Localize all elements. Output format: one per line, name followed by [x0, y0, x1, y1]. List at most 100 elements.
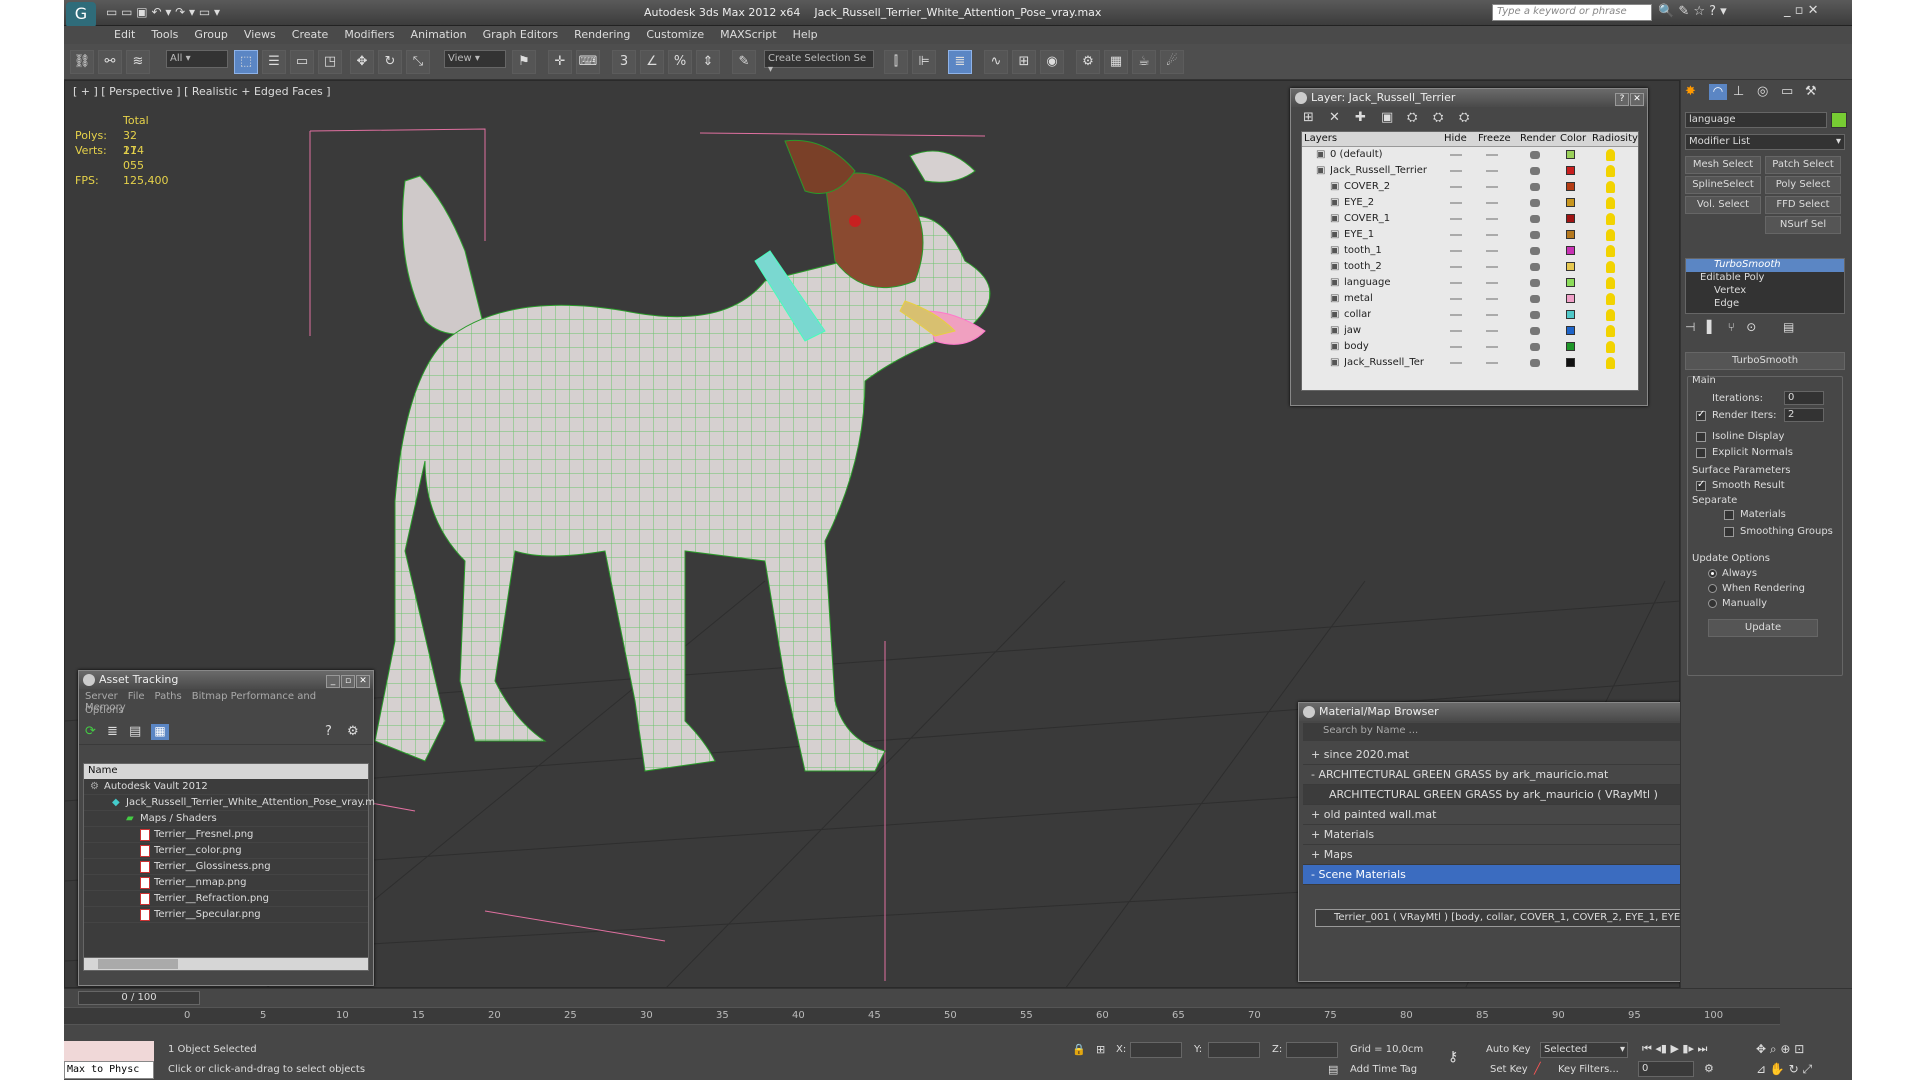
explicit-normals-checkbox[interactable] [1696, 448, 1706, 458]
lock-selection-icon[interactable]: 🔒 [1072, 1043, 1086, 1056]
iterations-spinner[interactable]: 0 [1784, 391, 1824, 405]
hide-toggle[interactable] [1450, 330, 1462, 332]
freeze-toggle[interactable] [1486, 154, 1498, 156]
render-teapot-icon[interactable] [1530, 199, 1540, 207]
hide-toggle[interactable] [1450, 266, 1462, 268]
material-library-row[interactable]: + old painted wall.matLIB [1303, 805, 1737, 825]
modifier-button-ffd-select[interactable]: FFD Select [1765, 196, 1841, 214]
refresh-icon[interactable]: ⟳ [85, 724, 96, 739]
align-icon[interactable]: ⊫ [912, 50, 936, 74]
stack-item[interactable]: Vertex [1686, 285, 1844, 298]
asset-panel-titlebar[interactable]: Asset Tracking _ ▫ ✕ [79, 671, 373, 689]
modifier-button-splineselect[interactable]: SplineSelect [1685, 176, 1761, 194]
link-icon[interactable]: ⛓ [70, 50, 94, 74]
y-field[interactable] [1208, 1042, 1260, 1058]
scene-material-item[interactable]: Terrier_001 ( VRayMtl ) [body, collar, C… [1315, 909, 1727, 927]
material-library-row[interactable]: - ARCHITECTURAL GREEN GRASS by ark_mauri… [1303, 765, 1737, 785]
render-teapot-icon[interactable] [1530, 263, 1540, 271]
hide-toggle[interactable] [1450, 362, 1462, 364]
radiosity-bulb-icon[interactable] [1606, 357, 1615, 369]
scene-materials-row[interactable]: - Scene Materials [1303, 865, 1737, 885]
freeze-toggle[interactable] [1486, 202, 1498, 204]
radiosity-bulb-icon[interactable] [1606, 325, 1615, 337]
ref-coord-system[interactable]: View ▾ [444, 50, 506, 68]
highlight-layer-icon[interactable]: ⛭ [1407, 110, 1417, 125]
render-teapot-icon[interactable] [1530, 167, 1540, 175]
layer-col-render[interactable]: Render [1520, 133, 1556, 144]
quick-access-toolbar[interactable]: ▭ ▭ ▣ ↶ ▾ ↷ ▾ ▭ ▾ [106, 5, 220, 19]
layer-color-swatch[interactable] [1566, 214, 1575, 223]
window-crossing-icon[interactable]: ◳ [318, 50, 342, 74]
menu-maxscript[interactable]: MAXScript [712, 26, 784, 43]
stack-item[interactable]: TurboSmooth [1686, 259, 1844, 272]
freeze-toggle[interactable] [1486, 170, 1498, 172]
asset-menu-item[interactable]: Paths [155, 691, 182, 702]
current-frame-field[interactable]: 0 [1638, 1061, 1694, 1077]
select-objects-icon[interactable]: ▣ [1381, 110, 1393, 125]
layer-row[interactable]: ▣ EYE_1 [1302, 227, 1638, 243]
radiosity-bulb-icon[interactable] [1606, 245, 1615, 257]
layer-col-layers[interactable]: Layers [1304, 133, 1337, 144]
mirror-icon[interactable]: ⫿ [884, 50, 908, 74]
asset-menu-item[interactable]: Server [85, 691, 118, 702]
layer-col-color[interactable]: Color [1560, 133, 1586, 144]
key-filter-icon[interactable]: ╱ [1534, 1062, 1541, 1075]
hide-all-icon[interactable]: ⛭ [1433, 110, 1443, 125]
z-field[interactable] [1286, 1042, 1338, 1058]
modifier-button-mesh-select[interactable]: Mesh Select [1685, 156, 1761, 174]
radiosity-bulb-icon[interactable] [1606, 229, 1615, 241]
maxscript-listener-pink[interactable] [64, 1041, 154, 1061]
layer-row[interactable]: ▣ 0 (default) [1302, 147, 1638, 163]
layer-row[interactable]: ▣ COVER_2 [1302, 179, 1638, 195]
mat-search-input[interactable]: Search by Name ... [1303, 723, 1737, 741]
stack-item[interactable]: Edge [1686, 298, 1844, 311]
close-icon[interactable]: ✕ [1630, 93, 1644, 106]
hide-toggle[interactable] [1450, 154, 1462, 156]
freeze-toggle[interactable] [1486, 314, 1498, 316]
track-bar[interactable]: 0 5 10 15 20 25 30 35 40 45 50 55 60 65 70 75 80 85 90 95 10… [64, 1007, 1780, 1025]
menu-animation[interactable]: Animation [403, 26, 475, 43]
texture-row[interactable]: Terrier__Refraction.png [84, 891, 368, 907]
layer-row[interactable]: ▣ metal [1302, 291, 1638, 307]
rotate-icon[interactable]: ↻ [378, 50, 402, 74]
material-library-row[interactable]: + since 2020.matLIB [1303, 745, 1737, 765]
layer-row[interactable]: ▣ tooth_1 [1302, 243, 1638, 259]
nav-controls[interactable]: ✥ ⌕ ⊕ ⊡ [1756, 1042, 1804, 1057]
render-teapot-icon[interactable] [1530, 295, 1540, 303]
close-icon[interactable]: ✕ [356, 675, 370, 688]
menu-group[interactable]: Group [186, 26, 236, 43]
material-library-row[interactable]: + Materials [1303, 825, 1737, 845]
minimize-icon[interactable]: _ [326, 675, 340, 688]
layer-color-swatch[interactable] [1566, 310, 1575, 319]
material-editor-icon[interactable]: ◉ [1040, 50, 1064, 74]
maximize-icon[interactable]: ▫ [341, 675, 355, 688]
maps-row[interactable]: ▰ Maps / Shaders [84, 811, 368, 827]
asset-menu-item[interactable]: File [128, 691, 145, 702]
layer-row[interactable]: ▣ Jack_Russell_Ter [1302, 355, 1638, 371]
asset-h-scrollbar[interactable] [83, 957, 369, 971]
hide-toggle[interactable] [1450, 250, 1462, 252]
layer-row[interactable]: ▣ COVER_1 [1302, 211, 1638, 227]
move-icon[interactable]: ✥ [350, 50, 374, 74]
freeze-toggle[interactable] [1486, 218, 1498, 220]
menu-rendering[interactable]: Rendering [566, 26, 638, 43]
layer-panel-titlebar[interactable]: Layer: Jack_Russell_Terrier? ✕ [1291, 89, 1647, 107]
menu-modifiers[interactable]: Modifiers [336, 26, 402, 43]
search-input[interactable]: Type a keyword or phrase [1492, 4, 1652, 21]
modifier-button-patch-select[interactable]: Patch Select [1765, 156, 1841, 174]
texture-row[interactable]: Terrier__Specular.png [84, 907, 368, 923]
bind-spacewarp-icon[interactable]: ≋ [126, 50, 150, 74]
menu-edit[interactable]: Edit [106, 26, 143, 43]
display-tab-icon[interactable]: ▭ [1781, 84, 1793, 99]
vault-row[interactable]: ⚙ Autodesk Vault 2012 [84, 779, 368, 795]
freeze-toggle[interactable] [1486, 282, 1498, 284]
snap-icon[interactable]: 3 [612, 50, 636, 74]
layer-col-hide[interactable]: Hide [1444, 133, 1467, 144]
layer-row[interactable]: ▣ body [1302, 339, 1638, 355]
layer-manager-icon[interactable]: ≣ [948, 50, 972, 74]
time-slider[interactable]: 0 / 100 [78, 991, 200, 1005]
angle-snap-icon[interactable]: ∠ [640, 50, 664, 74]
always-radio[interactable] [1708, 569, 1717, 578]
select-object-icon[interactable]: ⬚ [234, 50, 258, 74]
key-selection-dropdown[interactable]: Selected ▾ [1540, 1042, 1628, 1058]
